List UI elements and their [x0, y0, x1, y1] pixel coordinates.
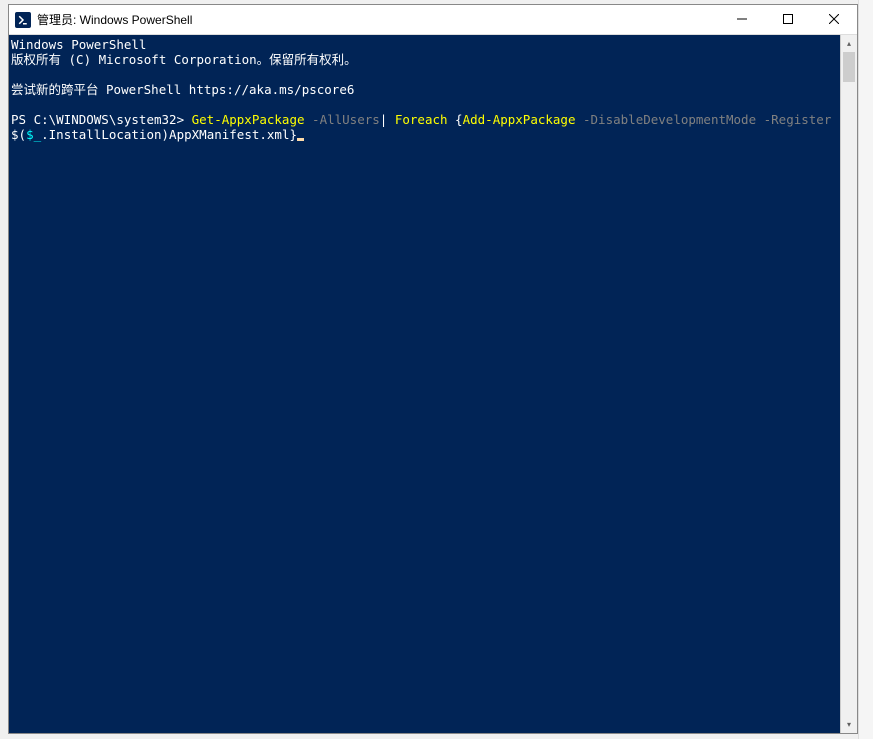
titlebar[interactable]: 管理员: Windows PowerShell [9, 5, 857, 35]
close-button[interactable] [811, 5, 857, 34]
cmd-variable: $_ [26, 127, 41, 142]
banner-line-2: 版权所有 (C) Microsoft Corporation。保留所有权利。 [11, 52, 357, 67]
pscore-hint: 尝试新的跨平台 PowerShell https://aka.ms/pscore… [11, 82, 354, 97]
chevron-down-icon: ▾ [847, 720, 851, 729]
maximize-button[interactable] [765, 5, 811, 34]
cmd-param: -DisableDevelopmentMode -Register [575, 112, 838, 127]
powershell-icon [15, 12, 31, 28]
cmd-param: -AllUsers [305, 112, 380, 127]
close-icon [829, 12, 839, 27]
scroll-up-button[interactable]: ▴ [841, 35, 857, 52]
minimize-button[interactable] [719, 5, 765, 34]
terminal-area: Windows PowerShell 版权所有 (C) Microsoft Co… [9, 35, 857, 733]
scroll-thumb[interactable] [843, 52, 855, 82]
scroll-down-button[interactable]: ▾ [841, 716, 857, 733]
cmd-brace: { [448, 112, 463, 127]
cmd-brace-close: } [289, 127, 297, 142]
vertical-scrollbar[interactable]: ▴ ▾ [840, 35, 857, 733]
terminal-output[interactable]: Windows PowerShell 版权所有 (C) Microsoft Co… [9, 35, 840, 733]
cmd-pipe: | [380, 112, 395, 127]
window-controls [719, 5, 857, 34]
cmd-rest: .InstallLocation)AppXManifest.xml [41, 127, 289, 142]
cmdlet: Get-AppxPackage [192, 112, 305, 127]
cursor [297, 138, 304, 141]
maximize-icon [783, 12, 793, 27]
cmdlet: Foreach [395, 112, 448, 127]
window-title: 管理员: Windows PowerShell [37, 11, 719, 28]
cmd-subexpr-open: $( [11, 127, 26, 142]
prompt: PS C:\WINDOWS\system32> [11, 112, 192, 127]
scroll-track[interactable] [841, 52, 857, 716]
banner-line-1: Windows PowerShell [11, 37, 146, 52]
background-edge [858, 0, 873, 739]
chevron-up-icon: ▴ [847, 39, 851, 48]
powershell-window: 管理员: Windows PowerShell Windows PowerShe… [8, 4, 858, 734]
minimize-icon [737, 12, 747, 27]
cmdlet: Add-AppxPackage [463, 112, 576, 127]
